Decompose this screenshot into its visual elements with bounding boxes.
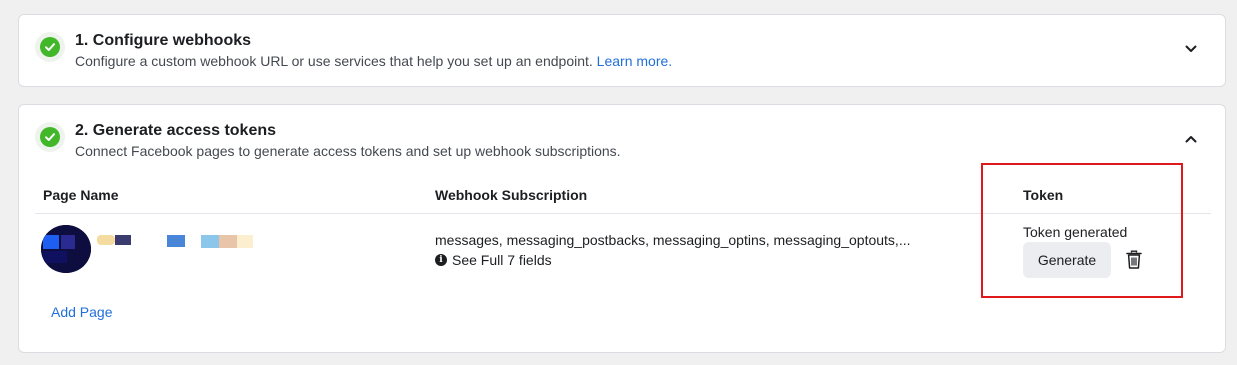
chevron-up-icon[interactable]	[1181, 129, 1201, 149]
chevron-down-icon[interactable]	[1181, 39, 1201, 59]
check-circle-icon	[35, 32, 65, 62]
subscription-fields: messages, messaging_postbacks, messaging…	[435, 232, 911, 248]
add-page-link[interactable]: Add Page	[51, 304, 113, 320]
learn-more-link[interactable]: Learn more.	[597, 53, 672, 69]
see-full-fields-link[interactable]: i See Full 7 fields	[435, 252, 552, 268]
see-full-label: See Full 7 fields	[452, 252, 552, 268]
column-header-webhook-subscription: Webhook Subscription	[435, 187, 588, 203]
generate-access-tokens-card: 2. Generate access tokens Connect Facebo…	[18, 104, 1226, 353]
step-title: 2. Generate access tokens	[75, 122, 277, 139]
column-header-page-name: Page Name	[43, 187, 119, 203]
step-description: Connect Facebook pages to generate acces…	[75, 143, 621, 159]
check-circle-icon	[35, 122, 65, 152]
page-avatar	[41, 225, 91, 273]
info-icon: i	[435, 254, 447, 266]
highlight-box	[981, 163, 1183, 298]
configure-webhooks-card: 1. Configure webhooks Configure a custom…	[18, 14, 1226, 87]
step-description-text: Configure a custom webhook URL or use se…	[75, 53, 593, 69]
step-description: Configure a custom webhook URL or use se…	[75, 53, 672, 69]
step-title: 1. Configure webhooks	[75, 32, 252, 49]
